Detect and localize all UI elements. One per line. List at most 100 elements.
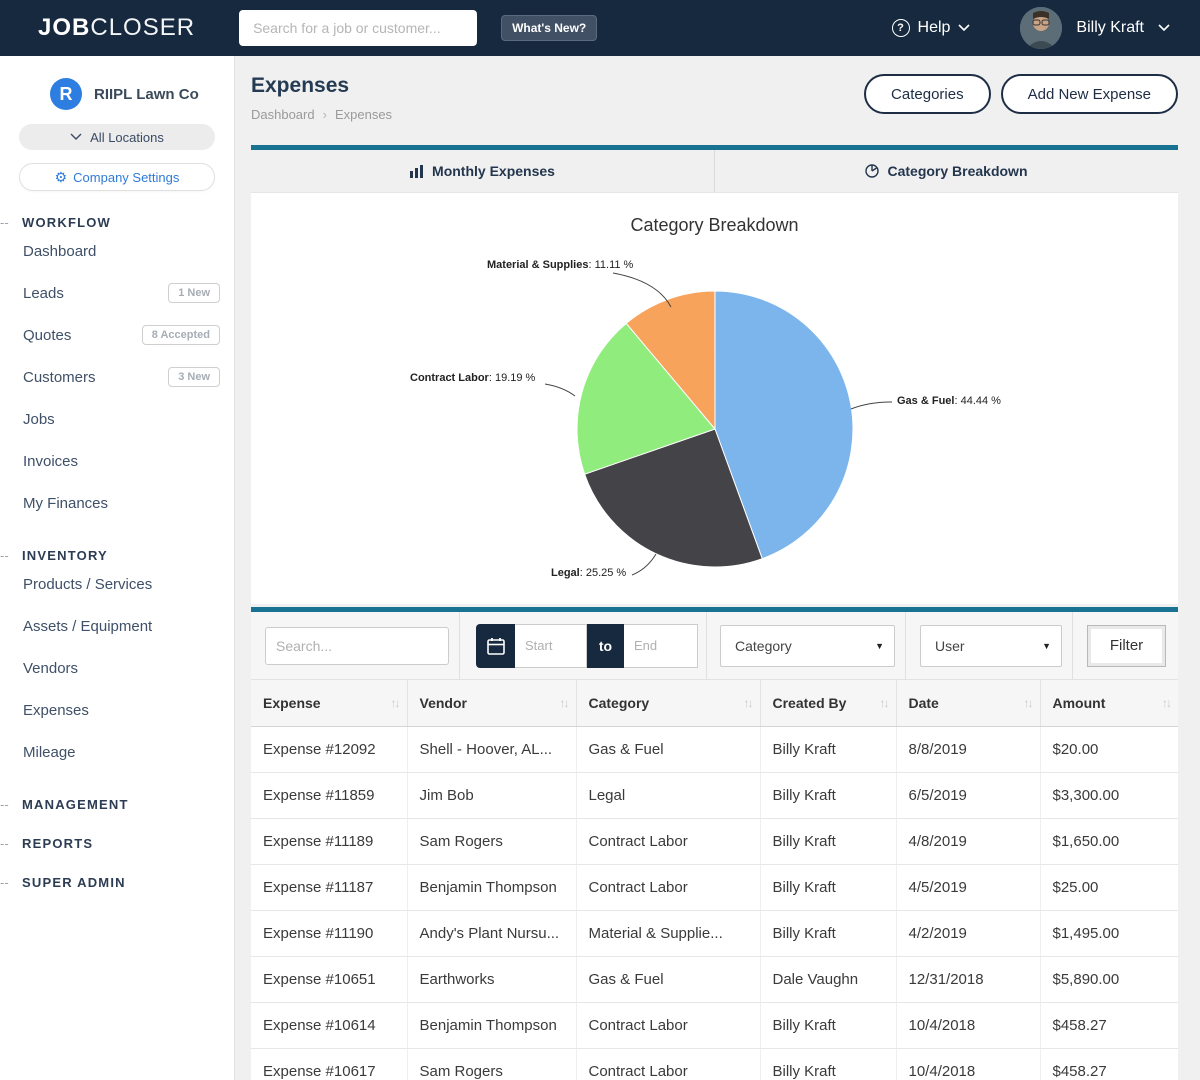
sort-icon[interactable]: ↑↓ [880, 696, 888, 710]
count-badge: 1 New [168, 283, 220, 303]
category-select[interactable]: Category ▼ [720, 625, 895, 667]
sidebar-item-customers[interactable]: Customers3 New [0, 356, 234, 398]
amount-cell: $3,300.00 [1040, 772, 1178, 818]
user-avatar[interactable] [1020, 7, 1062, 49]
category-cell: Contract Labor [576, 864, 760, 910]
sort-icon[interactable]: ↑↓ [391, 696, 399, 710]
gear-icon: ⚙ [55, 170, 68, 184]
table-search-input[interactable] [265, 627, 449, 665]
created-by-cell: Billy Kraft [760, 726, 896, 772]
sidebar-item-label: Dashboard [23, 243, 96, 260]
date-to-label: to [587, 624, 624, 668]
user-select-value: User [935, 638, 965, 654]
column-header-created-by[interactable]: Created By↑↓ [760, 680, 896, 726]
label-connector [851, 402, 892, 409]
expense-link[interactable]: Expense #11190 [251, 910, 407, 956]
help-menu[interactable]: ? Help [892, 19, 971, 37]
label-connector [545, 384, 575, 396]
expense-link[interactable]: Expense #10614 [251, 1002, 407, 1048]
sidebar-item-quotes[interactable]: Quotes8 Accepted [0, 314, 234, 356]
vendor-link[interactable]: Benjamin Thompson [407, 864, 576, 910]
pie-label-legal: Legal: 25.25 % [551, 567, 626, 579]
sidebar-section-super-admin[interactable]: SUPER ADMIN [0, 875, 234, 890]
filter-bar: to Category ▼ User ▼ [251, 612, 1178, 680]
sidebar-item-products-services[interactable]: Products / Services [0, 563, 234, 605]
date-cell: 4/5/2019 [896, 864, 1040, 910]
sidebar-item-leads[interactable]: Leads 1 New [0, 272, 234, 314]
expense-link[interactable]: Expense #11859 [251, 772, 407, 818]
vendor-link[interactable]: Sam Rogers [407, 818, 576, 864]
locations-dropdown[interactable]: All Locations [19, 124, 215, 150]
sidebar-section-inventory[interactable]: INVENTORY [0, 548, 234, 563]
sidebar-section-management[interactable]: MANAGEMENT [0, 797, 234, 812]
settings-label: Company Settings [73, 170, 179, 185]
user-menu[interactable]: Billy Kraft [1076, 19, 1144, 37]
global-search-input[interactable] [239, 10, 477, 46]
company-selector[interactable]: R RIIPL Lawn Co [50, 78, 234, 110]
breadcrumb-separator-icon: › [323, 107, 327, 122]
whats-new-button[interactable]: What's New? [501, 15, 597, 41]
table-row: Expense #11189Sam RogersContract LaborBi… [251, 818, 1178, 864]
amount-cell: $458.27 [1040, 1002, 1178, 1048]
sidebar-item-label: Leads [23, 285, 64, 302]
sidebar-item-label: Assets / Equipment [23, 618, 152, 635]
sidebar-item-label: Jobs [23, 411, 55, 428]
sidebar-section-workflow[interactable]: WORKFLOW [0, 215, 234, 230]
expense-link[interactable]: Expense #12092 [251, 726, 407, 772]
sort-icon[interactable]: ↑↓ [560, 696, 568, 710]
amount-cell: $1,650.00 [1040, 818, 1178, 864]
column-header-date[interactable]: Date↑↓ [896, 680, 1040, 726]
user-select[interactable]: User ▼ [920, 625, 1062, 667]
calendar-icon[interactable] [476, 624, 515, 668]
sort-icon[interactable]: ↑↓ [1162, 696, 1170, 710]
sidebar-item-my-finances[interactable]: My Finances [0, 482, 234, 524]
categories-button[interactable]: Categories [864, 74, 991, 114]
sidebar-item-vendors[interactable]: Vendors [0, 647, 234, 689]
sort-icon[interactable]: ↑↓ [1024, 696, 1032, 710]
column-header-amount[interactable]: Amount↑↓ [1040, 680, 1178, 726]
amount-cell: $458.27 [1040, 1048, 1178, 1080]
breadcrumb-dashboard[interactable]: Dashboard [251, 107, 315, 122]
sidebar-item-jobs[interactable]: Jobs [0, 398, 234, 440]
column-header-vendor[interactable]: Vendor↑↓ [407, 680, 576, 726]
sidebar-section-reports[interactable]: REPORTS [0, 836, 234, 851]
sidebar-item-dashboard[interactable]: Dashboard [0, 230, 234, 272]
sort-icon[interactable]: ↑↓ [744, 696, 752, 710]
vendor-link[interactable]: Jim Bob [407, 772, 576, 818]
app-logo[interactable]: JOBCLOSER [38, 14, 195, 42]
sidebar-item-label: Customers [23, 369, 96, 386]
column-header-category[interactable]: Category↑↓ [576, 680, 760, 726]
vendor-link[interactable]: Earthworks [407, 956, 576, 1002]
vendor-link[interactable]: Benjamin Thompson [407, 1002, 576, 1048]
sidebar-item-expenses[interactable]: Expenses [0, 689, 234, 731]
sidebar-item-assets-equipment[interactable]: Assets / Equipment [0, 605, 234, 647]
sidebar-item-mileage[interactable]: Mileage [0, 731, 234, 773]
page-title: Expenses [251, 74, 392, 98]
date-end-input[interactable] [624, 624, 698, 668]
chevron-down-icon[interactable] [1158, 24, 1170, 32]
vendor-link[interactable]: Sam Rogers [407, 1048, 576, 1080]
company-settings-button[interactable]: ⚙ Company Settings [19, 163, 215, 191]
tab-category-breakdown[interactable]: Category Breakdown [714, 150, 1178, 192]
column-header-expense[interactable]: Expense↑↓ [251, 680, 407, 726]
vendor-link[interactable]: Shell - Hoover, AL... [407, 726, 576, 772]
date-start-input[interactable] [515, 624, 587, 668]
pie-label-gas-fuel: Gas & Fuel: 44.44 % [897, 395, 1001, 407]
pie-chart-icon [865, 164, 879, 178]
breadcrumb-expenses: Expenses [335, 107, 392, 122]
tab-monthly-expenses[interactable]: Monthly Expenses [251, 150, 714, 192]
logo-bold: JOB [38, 14, 90, 41]
sidebar-item-invoices[interactable]: Invoices [0, 440, 234, 482]
expense-link[interactable]: Expense #11187 [251, 864, 407, 910]
add-new-expense-button[interactable]: Add New Expense [1001, 74, 1178, 114]
filter-button[interactable]: Filter [1087, 625, 1166, 667]
expenses-table-card: to Category ▼ User ▼ [251, 607, 1178, 1080]
expense-link[interactable]: Expense #10617 [251, 1048, 407, 1080]
vendor-link[interactable]: Andy's Plant Nursu... [407, 910, 576, 956]
expense-link[interactable]: Expense #10651 [251, 956, 407, 1002]
table-row: Expense #10614Benjamin ThompsonContract … [251, 1002, 1178, 1048]
label-connector [632, 554, 656, 575]
expense-link[interactable]: Expense #11189 [251, 818, 407, 864]
category-cell: Gas & Fuel [576, 956, 760, 1002]
pie-chart: Category Breakdown Gas & Fuel: 44.44 %Le… [251, 193, 1178, 603]
